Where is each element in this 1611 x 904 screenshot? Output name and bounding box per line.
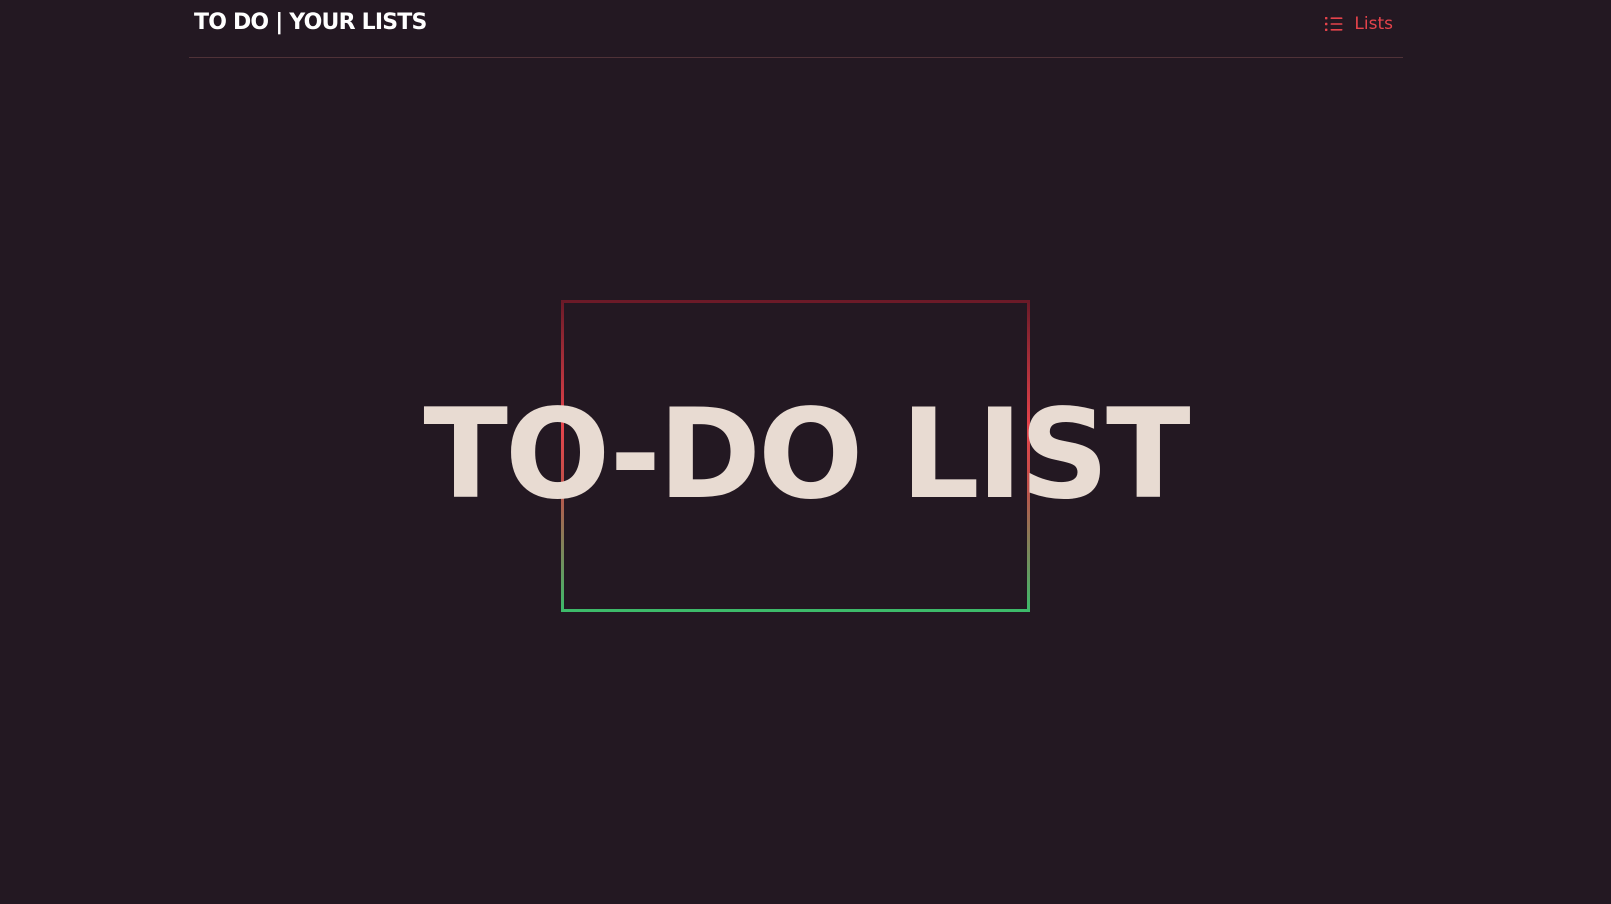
- lists-nav-link[interactable]: Lists: [1324, 12, 1393, 36]
- top-navbar: TO DO | YOUR LISTS Lists: [189, 0, 1403, 58]
- brand-title[interactable]: TO DO | YOUR LISTS: [194, 10, 427, 35]
- list-icon: [1324, 15, 1344, 33]
- hero-title: TO-DO LIST: [423, 383, 1190, 527]
- lists-nav-label: Lists: [1354, 14, 1393, 34]
